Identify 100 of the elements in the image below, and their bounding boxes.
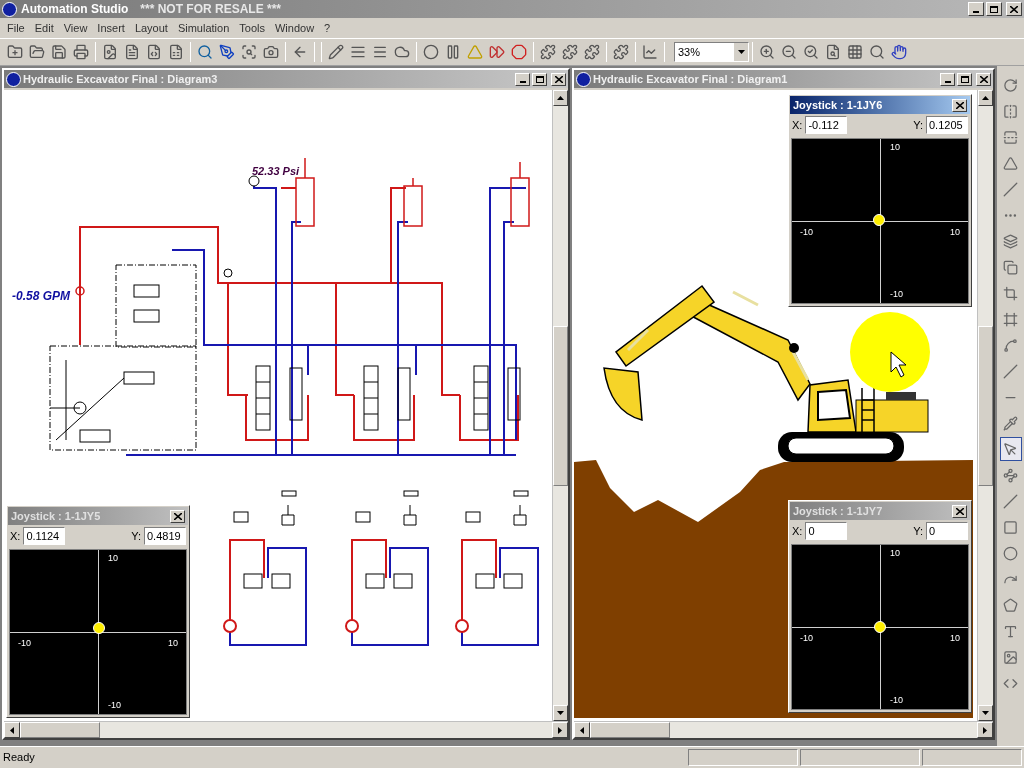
maximize-button[interactable] xyxy=(986,2,1002,16)
menu-item[interactable]: ? xyxy=(319,19,336,37)
camera-icon[interactable] xyxy=(263,44,279,60)
x-value-field[interactable]: -0.112 xyxy=(805,116,848,134)
circle-icon[interactable] xyxy=(423,44,439,60)
y-value-field[interactable]: 0.4819 xyxy=(144,527,186,545)
document-icon[interactable] xyxy=(168,44,184,60)
x-value-field[interactable]: 0 xyxy=(805,522,848,540)
scroll-thumb[interactable] xyxy=(553,325,568,486)
back-icon[interactable] xyxy=(292,44,308,60)
menu-item[interactable]: Tools xyxy=(234,19,270,37)
menu-item[interactable]: View xyxy=(58,19,93,37)
hand-icon[interactable] xyxy=(891,44,907,60)
search-icon[interactable] xyxy=(197,44,213,60)
cloud-icon[interactable] xyxy=(394,44,410,60)
left-arrow-icon xyxy=(10,726,14,734)
close-button[interactable] xyxy=(551,72,566,86)
axis-label: -10 xyxy=(800,632,813,645)
flow-reading: -0.58 GPM xyxy=(12,288,71,305)
down-arrow-icon xyxy=(982,711,989,715)
new-file-icon[interactable] xyxy=(7,44,23,60)
joystick-knob[interactable] xyxy=(874,621,886,633)
chart-icon[interactable] xyxy=(642,44,658,60)
left-arrow-icon xyxy=(580,726,584,734)
document-icon[interactable] xyxy=(102,44,118,60)
panel-title: Joystick : 1-1JY6 xyxy=(793,97,883,113)
axis-label: -10 xyxy=(108,698,121,712)
pressure-reading: 52.33 Psi xyxy=(252,164,300,179)
right-arrow-icon xyxy=(983,726,987,734)
close-icon xyxy=(1010,5,1018,13)
y-label: Y: xyxy=(913,523,923,539)
x-label: X: xyxy=(792,523,803,539)
menu-item[interactable]: Layout xyxy=(129,19,173,37)
zoom-out-icon[interactable] xyxy=(781,44,797,60)
maximize-button[interactable] xyxy=(532,72,547,86)
zoom-page-icon[interactable] xyxy=(825,44,841,60)
y-value-field[interactable]: 0.1205 xyxy=(926,116,968,134)
document-icon[interactable] xyxy=(146,44,162,60)
menu-item[interactable]: Simulation xyxy=(172,19,235,37)
stop-icon[interactable] xyxy=(511,44,527,60)
joystick-plot[interactable]: 10 -10 10 -10 xyxy=(791,138,969,304)
open-folder-icon[interactable] xyxy=(29,44,45,60)
pointer-icon[interactable] xyxy=(999,437,1022,461)
axis-label: -10 xyxy=(18,637,31,650)
app-logo-icon xyxy=(2,1,17,17)
minimize-button[interactable] xyxy=(515,72,530,86)
caret-icon xyxy=(737,50,745,54)
lines-icon[interactable] xyxy=(350,44,366,60)
canvas[interactable]: Joystick : 1-1JY6 X: -0.112 Y: 0.1205 10 -10 10 -10 Joystick : 1-1JY7 X: 0 Y: 0 10 -10 10 -10 xyxy=(574,90,977,721)
axis-label: 10 xyxy=(108,552,118,565)
resale-notice: *** NOT FOR RESALE *** xyxy=(140,1,282,18)
pencil-icon[interactable] xyxy=(328,44,344,60)
vertical-scrollbar[interactable] xyxy=(977,90,993,721)
menu-item[interactable]: Insert xyxy=(92,19,130,37)
zoom-icon[interactable] xyxy=(869,44,885,60)
joystick-knob[interactable] xyxy=(93,622,105,635)
minimize-button[interactable] xyxy=(940,72,955,86)
canvas[interactable]: 52.33 Psi -0.58 GPM Joystick : 1-1JY5 X: 0.1124 Y: 0.4819 10 -10 10 -10 xyxy=(4,90,552,721)
y-label: Y: xyxy=(131,528,141,544)
save-icon[interactable] xyxy=(51,44,67,60)
x-label: X: xyxy=(10,528,21,544)
joystick-plot[interactable]: 10 -10 10 -10 xyxy=(791,544,969,710)
pen-icon[interactable] xyxy=(219,44,235,60)
close-icon xyxy=(173,512,182,520)
scroll-thumb[interactable] xyxy=(590,722,670,738)
app-logo-icon xyxy=(576,71,591,87)
close-button[interactable] xyxy=(1006,2,1022,16)
menu-item[interactable]: File xyxy=(2,19,30,37)
zoom-combo[interactable]: 33% xyxy=(674,42,749,62)
zoom-in-icon[interactable] xyxy=(759,44,775,60)
close-button[interactable] xyxy=(952,98,967,112)
printer-icon[interactable] xyxy=(73,44,89,60)
document-icon[interactable] xyxy=(124,44,140,60)
menu-item[interactable]: Window xyxy=(269,19,320,37)
pause-icon[interactable] xyxy=(445,44,461,60)
horizontal-scrollbar[interactable] xyxy=(4,721,568,738)
joystick-plot[interactable]: 10 -10 10 -10 xyxy=(9,549,187,715)
maximize-button[interactable] xyxy=(957,72,972,86)
horizontal-scrollbar[interactable] xyxy=(574,721,993,738)
scroll-thumb[interactable] xyxy=(20,722,100,738)
puzzle-icon[interactable] xyxy=(613,44,629,60)
x-value-field[interactable]: 0.1124 xyxy=(23,527,66,545)
close-button[interactable] xyxy=(952,504,967,518)
puzzle-icon[interactable] xyxy=(562,44,578,60)
close-icon xyxy=(554,75,563,83)
scan-icon[interactable] xyxy=(241,44,257,60)
axis-label: -10 xyxy=(800,226,813,239)
puzzle-icon[interactable] xyxy=(584,44,600,60)
close-button[interactable] xyxy=(170,509,185,523)
joystick-knob[interactable] xyxy=(873,214,885,227)
axis-label: -10 xyxy=(890,287,903,301)
close-button[interactable] xyxy=(976,72,991,86)
minimize-button[interactable] xyxy=(968,2,984,16)
scroll-thumb[interactable] xyxy=(978,325,993,486)
y-value-field[interactable]: 0 xyxy=(926,522,968,540)
x-label: X: xyxy=(792,117,803,133)
menu-item[interactable]: Edit xyxy=(29,19,59,37)
axis-label: 10 xyxy=(890,547,900,560)
vertical-scrollbar[interactable] xyxy=(552,90,568,721)
puzzle-icon[interactable] xyxy=(540,44,556,60)
